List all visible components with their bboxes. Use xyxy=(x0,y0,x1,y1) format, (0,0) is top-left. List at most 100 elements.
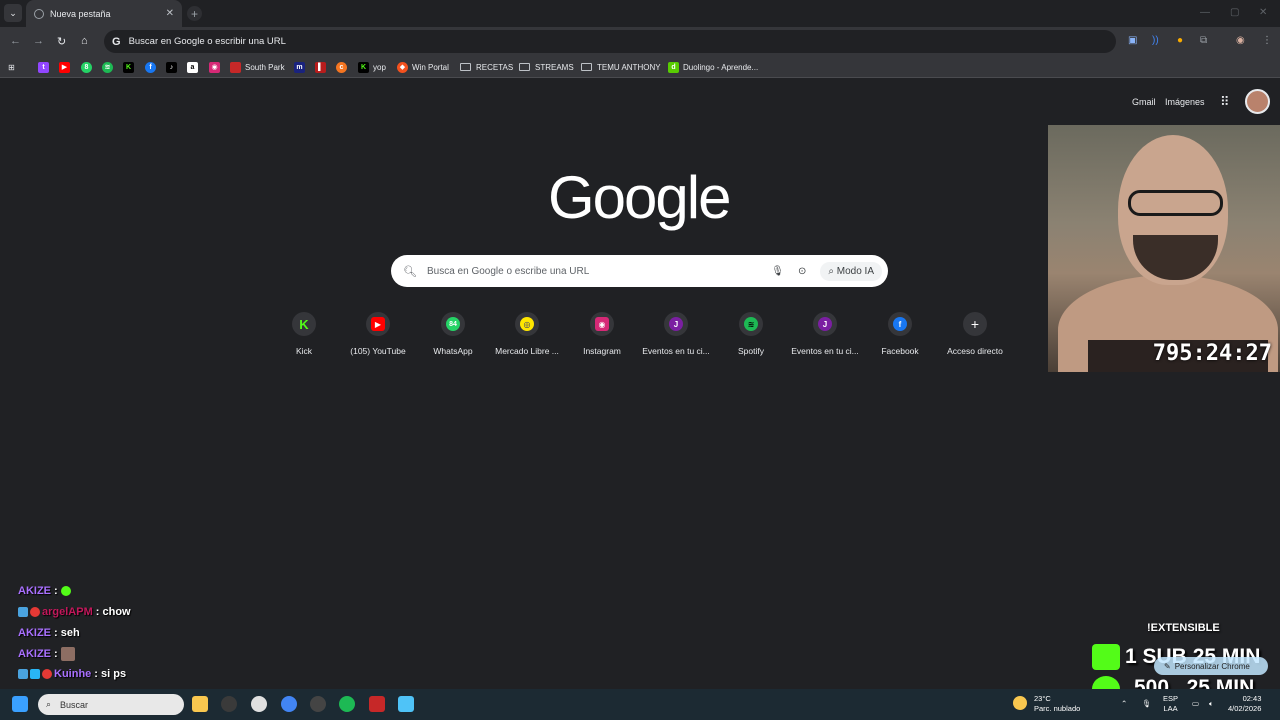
valorant-icon[interactable] xyxy=(369,696,385,712)
bookmark-folder-recetas[interactable]: RECETAS xyxy=(460,60,513,74)
spotify-icon[interactable] xyxy=(339,696,355,712)
eventos-icon: J xyxy=(813,312,837,336)
search-icon: 🔍︎ xyxy=(403,265,417,278)
shortcut-instagram[interactable]: ◉ Instagram xyxy=(567,312,637,356)
profile-avatar-icon[interactable]: ◉ xyxy=(1236,35,1245,46)
network-icon[interactable]: ▭ xyxy=(1192,699,1199,709)
google-apps-icon[interactable]: ⠿ xyxy=(1220,94,1230,110)
facebook-icon: f xyxy=(888,312,912,336)
shortcut-add[interactable]: + Acceso directo xyxy=(940,312,1010,356)
badge-icon xyxy=(18,669,28,679)
chrome-icon[interactable] xyxy=(281,696,297,712)
bookmark-crunchyroll-icon[interactable]: c xyxy=(336,60,351,74)
window-close-icon[interactable]: ✕ xyxy=(1259,7,1267,18)
new-tab-button[interactable]: + xyxy=(187,6,202,21)
language-indicator[interactable]: ESP LAA xyxy=(1163,694,1178,714)
facebook-icon[interactable]: f xyxy=(145,60,160,74)
chat-line: AKIZE: xyxy=(18,647,77,661)
microphone-icon[interactable]: 🎙︎ xyxy=(1142,699,1152,709)
chat-line: AKIZE: seh xyxy=(18,627,80,639)
apps-grid-icon[interactable]: ⊞ xyxy=(8,60,15,74)
forward-icon[interactable]: → xyxy=(33,35,44,47)
tab-active[interactable]: Nueva pestaña ✕ xyxy=(26,0,182,27)
minimize-icon[interactable]: — xyxy=(1200,7,1210,18)
extension-icon[interactable]: ● xyxy=(1177,35,1183,46)
bookmark-m-icon[interactable]: m xyxy=(294,60,309,74)
gmail-link[interactable]: Gmail xyxy=(1132,97,1156,107)
whatsapp-icon: 84 xyxy=(441,312,465,336)
bookmarks-bar: ⊞ t ▶ 8 ≋ K f ♪ a ◉ South Park m ▌ c Kyo… xyxy=(0,56,1280,78)
search-box[interactable]: 🔍︎ Busca en Google o escribe una URL 🎙︎ … xyxy=(391,255,888,287)
chat-line: Kuinhe: si ps xyxy=(18,668,126,680)
bookmark-south-park[interactable]: South Park xyxy=(230,60,285,74)
instagram-icon[interactable]: ◉ xyxy=(209,60,224,74)
emote-icon xyxy=(60,647,75,661)
windows-start-icon[interactable] xyxy=(12,696,28,712)
bookmark-win-portal[interactable]: ◆ Win Portal xyxy=(397,60,449,74)
lens-camera-icon[interactable]: ⊙ xyxy=(798,266,806,277)
close-icon[interactable]: ✕ xyxy=(166,8,174,19)
google-logo: Google xyxy=(548,164,731,231)
volume-icon[interactable]: 🔈︎ xyxy=(1209,699,1214,709)
notepad-icon[interactable] xyxy=(398,696,414,712)
bookmark-netflix-icon[interactable]: ▌ xyxy=(315,60,330,74)
mercado-libre-icon: ◎ xyxy=(515,312,539,336)
chevron-up-icon[interactable]: ⌃ xyxy=(1121,699,1127,709)
eventos-icon: J xyxy=(664,312,688,336)
bookmark-yop[interactable]: Kyop xyxy=(358,60,386,74)
images-link[interactable]: Imágenes xyxy=(1165,97,1205,107)
home-icon[interactable]: ⌂ xyxy=(81,35,88,47)
bookmark-folder-streams[interactable]: STREAMS xyxy=(519,60,574,74)
reload-icon[interactable]: ↻ xyxy=(57,35,66,48)
google-g-icon: G xyxy=(112,35,121,48)
windows-taskbar: ⌕ Buscar 23°C Parc. nublado ⌃ 🎙︎ ESP LAA… xyxy=(0,689,1280,720)
bookmark-duolingo[interactable]: d Duolingo - Aprende... xyxy=(668,60,758,74)
back-icon[interactable]: ← xyxy=(10,35,21,47)
shortcut-mercado-libre[interactable]: ◎ Mercado Libre ... xyxy=(492,312,562,356)
file-explorer-icon[interactable] xyxy=(192,696,208,712)
microphone-icon[interactable]: 🎙︎ xyxy=(771,266,784,277)
obs-icon[interactable] xyxy=(310,696,326,712)
instagram-icon: ◉ xyxy=(590,312,614,336)
omnibox[interactable]: G Buscar en Google o escribir una URL xyxy=(104,30,1116,53)
shortcut-eventos-2[interactable]: J Eventos en tu ci... xyxy=(790,312,860,356)
shortcut-whatsapp[interactable]: 84 WhatsApp xyxy=(418,312,488,356)
overwatch-icon[interactable] xyxy=(251,696,267,712)
toolbar: ← → ↻ ⌂ G Buscar en Google o escribir un… xyxy=(0,27,1280,56)
menu-dots-icon[interactable]: ⋮ xyxy=(1262,35,1272,46)
account-avatar[interactable] xyxy=(1245,89,1270,114)
tab-strip: ⌄ Nueva pestaña ✕ + — ▢ ✕ xyxy=(0,0,1280,27)
shortcut-facebook[interactable]: f Facebook xyxy=(865,312,935,356)
bookmark-folder-temu-anthony[interactable]: TEMU ANTHONY xyxy=(581,60,661,74)
shortcut-eventos-1[interactable]: J Eventos en tu ci... xyxy=(641,312,711,356)
clock[interactable]: 02:43 4/02/2026 xyxy=(1228,694,1261,714)
folder-icon xyxy=(581,63,592,71)
weather-widget[interactable]: 23°C Parc. nublado xyxy=(1034,694,1080,714)
steam-icon[interactable] xyxy=(221,696,237,712)
chat-line: argelAPM: chow xyxy=(18,606,131,618)
shortcut-kick[interactable]: K Kick xyxy=(269,312,339,356)
extensible-title: !EXTENSIBLE xyxy=(1147,622,1220,634)
amazon-icon[interactable]: a xyxy=(187,60,202,74)
tiktok-icon[interactable]: ♪ xyxy=(166,60,181,74)
search-icon: ⌕ xyxy=(46,699,52,709)
twitch-icon[interactable]: t xyxy=(38,60,53,74)
shortcut-youtube[interactable]: ▶ (105) YouTube xyxy=(343,312,413,356)
tab-search-button[interactable]: ⌄ xyxy=(4,4,22,22)
taskbar-search[interactable]: ⌕ Buscar xyxy=(38,694,184,715)
badge-icon xyxy=(18,607,28,617)
puzzle-extensions-icon[interactable]: ⧉ xyxy=(1200,35,1207,46)
youtube-icon[interactable]: ▶ xyxy=(59,60,74,74)
weather-icon[interactable] xyxy=(1013,696,1027,710)
audio-extension-icon[interactable]: )) xyxy=(1152,35,1159,46)
whatsapp-icon[interactable]: 8 xyxy=(81,60,96,74)
ai-mode-button[interactable]: ⌕ Modo IA xyxy=(820,261,882,281)
ai-mode-search-icon: ⌕ xyxy=(828,265,834,277)
translate-icon[interactable]: ▣ xyxy=(1128,35,1137,46)
customize-chrome-button[interactable]: ✎ Personalizar Chrome xyxy=(1154,657,1268,675)
kick-icon[interactable]: K xyxy=(123,60,138,74)
shortcut-spotify[interactable]: ≋ Spotify xyxy=(716,312,786,356)
emote-icon xyxy=(60,586,71,596)
spotify-icon[interactable]: ≋ xyxy=(102,60,117,74)
maximize-icon[interactable]: ▢ xyxy=(1230,7,1239,18)
